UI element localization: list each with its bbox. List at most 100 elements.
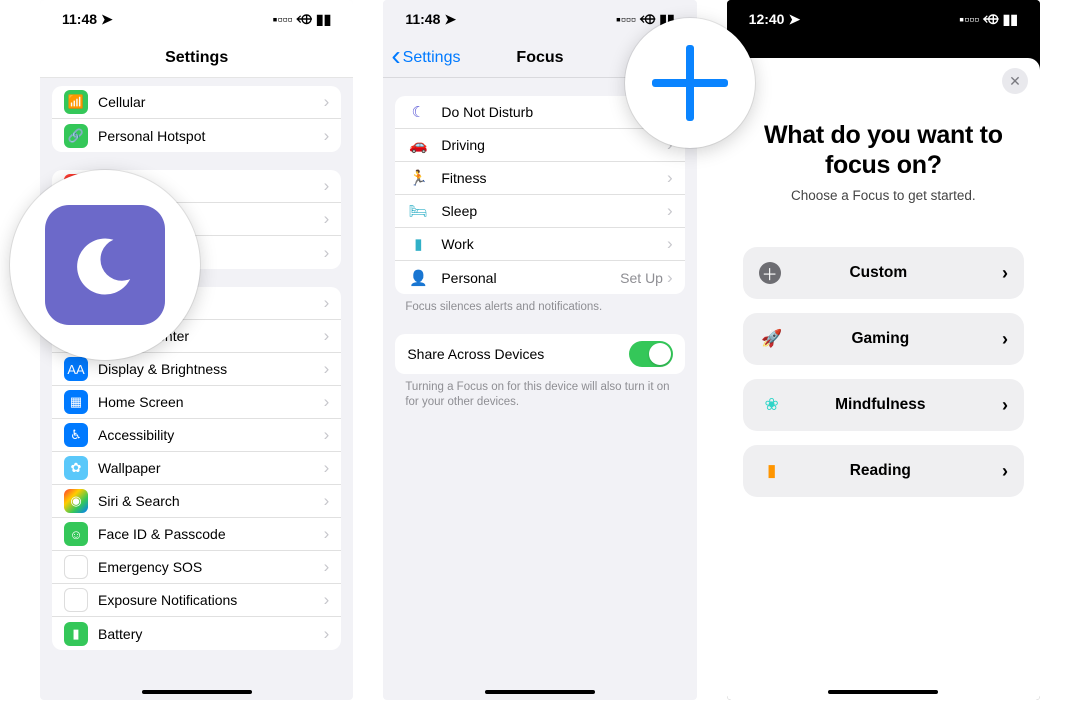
settings-exposure-icon: ✱	[64, 588, 88, 612]
settings-wallpaper-icon: ✿	[64, 456, 88, 480]
chevron-right-icon: ›	[324, 209, 330, 229]
chevron-right-icon: ›	[324, 524, 330, 544]
chevron-right-icon: ›	[324, 293, 330, 313]
focus-dnd-icon: ☾	[407, 103, 429, 121]
screen-focus-chooser: 12:40➤ ▪▫▫▫⬲▮▮ ✕ What do you want to foc…	[727, 0, 1040, 700]
settings-faceid-icon: ☺	[64, 522, 88, 546]
row-detail: Set Up	[620, 270, 663, 286]
share-toggle[interactable]	[629, 341, 673, 367]
chevron-right-icon: ›	[324, 126, 330, 146]
row-label: Fitness	[441, 170, 667, 186]
callout-add-button	[625, 18, 755, 148]
settings-battery[interactable]: ▮ Battery›	[52, 617, 341, 650]
focus-driving[interactable]: 🚗Driving›	[395, 129, 684, 162]
settings-siri[interactable]: ◉Siri & Search›	[52, 485, 341, 518]
chevron-right-icon: ›	[667, 168, 673, 188]
settings-battery-icon: ▮	[64, 622, 88, 646]
option-label: Custom	[755, 264, 1002, 282]
row-label: Personal Hotspot	[98, 128, 324, 144]
row-label: Accessibility	[98, 427, 324, 443]
status-bar: 12:40➤ ▪▫▫▫⬲▮▮	[727, 0, 1040, 38]
chevron-right-icon: ›	[324, 624, 330, 644]
row-label: Cellular	[98, 94, 324, 110]
status-bar: 11:48➤ ▪▫▫▫⬲▮▮	[40, 0, 353, 38]
location-icon: ➤	[101, 11, 113, 28]
chevron-right-icon: ›	[1002, 395, 1008, 416]
settings-sos-icon: SOS	[64, 555, 88, 579]
modal-sheet: ✕ What do you want to focus on? Choose a…	[727, 58, 1040, 700]
wifi-icon: ⬲	[640, 11, 655, 28]
settings-sos[interactable]: SOS Emergency SOS›	[52, 551, 341, 584]
chevron-right-icon: ›	[324, 243, 330, 263]
focus-opt-reading[interactable]: ▮Reading›	[743, 445, 1024, 497]
signal-icon: ▪▫▫▫	[616, 11, 636, 27]
location-icon: ➤	[788, 11, 800, 28]
chevron-right-icon: ›	[1002, 263, 1008, 284]
focus-personal-icon: 👤	[407, 269, 429, 287]
close-button[interactable]: ✕	[1002, 68, 1028, 94]
chevron-right-icon: ›	[1002, 329, 1008, 350]
focus-driving-icon: 🚗	[407, 136, 429, 154]
battery-icon: ▮▮	[1003, 11, 1018, 28]
focus-opt-mindfulness[interactable]: ❀Mindfulness›	[743, 379, 1024, 431]
focus-icon-tile	[45, 205, 165, 325]
nav-bar: Settings	[40, 38, 353, 78]
status-time: 12:40	[749, 11, 785, 27]
settings-hotspot[interactable]: 🔗Personal Hotspot›	[52, 119, 341, 152]
section-footer: Focus silences alerts and notifications.	[383, 294, 696, 316]
home-indicator[interactable]	[142, 690, 252, 694]
chevron-right-icon: ›	[324, 359, 330, 379]
focus-work-icon: ▮	[407, 235, 429, 253]
chevron-right-icon: ›	[324, 92, 330, 112]
home-indicator[interactable]	[828, 690, 938, 694]
battery-icon: ▮▮	[316, 11, 331, 28]
focus-opt-custom[interactable]: ＋Custom›	[743, 247, 1024, 299]
section-footer: Turning a Focus on for this device will …	[383, 374, 696, 411]
back-button[interactable]: Settings	[383, 49, 460, 67]
settings-accessibility[interactable]: ♿︎ Accessibility›	[52, 419, 341, 452]
sheet-heading: What do you want to focus on?	[761, 120, 1006, 180]
settings-faceid[interactable]: ☺ Face ID & Passcode›	[52, 518, 341, 551]
row-label: Face ID & Passcode	[98, 526, 324, 542]
chevron-right-icon: ›	[324, 491, 330, 511]
row-label: Share Across Devices	[407, 346, 628, 362]
status-time: 11:48	[62, 11, 97, 27]
settings-cellular[interactable]: 📶 Cellular›	[52, 86, 341, 119]
focus-opt-gaming[interactable]: 🚀Gaming›	[743, 313, 1024, 365]
close-icon: ✕	[1009, 73, 1021, 90]
settings-exposure[interactable]: ✱Exposure Notifications›	[52, 584, 341, 617]
location-icon: ➤	[444, 11, 456, 28]
chevron-right-icon: ›	[324, 176, 330, 196]
option-label: Mindfulness	[759, 396, 1002, 414]
chevron-right-icon: ›	[324, 425, 330, 445]
focus-fitness[interactable]: 🏃Fitness›	[395, 162, 684, 195]
focus-sleep-icon: 🛏	[407, 202, 429, 220]
settings-home-screen-icon: ▦	[64, 390, 88, 414]
signal-icon: ▪▫▫▫	[273, 11, 293, 27]
row-label: Work	[441, 236, 667, 252]
chevron-right-icon: ›	[324, 590, 330, 610]
chevron-right-icon: ›	[324, 458, 330, 478]
chevron-right-icon: ›	[324, 392, 330, 412]
option-label: Reading	[759, 462, 1002, 480]
share-across-devices-row[interactable]: Share Across Devices	[395, 334, 684, 374]
row-label: Driving	[441, 137, 667, 153]
settings-home-screen[interactable]: ▦Home Screen›	[52, 386, 341, 419]
settings-accessibility-icon: ♿︎	[64, 423, 88, 447]
row-label: Personal	[441, 270, 620, 286]
row-label: Battery	[98, 626, 324, 642]
row-label: Display & Brightness	[98, 361, 324, 377]
chevron-right-icon: ›	[324, 557, 330, 577]
wifi-icon: ⬲	[983, 11, 998, 28]
row-label: Emergency SOS	[98, 559, 324, 575]
settings-cellular-icon: 📶	[64, 90, 88, 114]
settings-wallpaper[interactable]: ✿Wallpaper›	[52, 452, 341, 485]
focus-personal[interactable]: 👤PersonalSet Up›	[395, 261, 684, 294]
focus-sleep[interactable]: 🛏Sleep›	[395, 195, 684, 228]
home-indicator[interactable]	[485, 690, 595, 694]
focus-work[interactable]: ▮Work›	[395, 228, 684, 261]
page-title: Settings	[40, 49, 353, 67]
chevron-right-icon: ›	[667, 201, 673, 221]
plus-icon	[652, 45, 728, 121]
settings-siri-icon: ◉	[64, 489, 88, 513]
